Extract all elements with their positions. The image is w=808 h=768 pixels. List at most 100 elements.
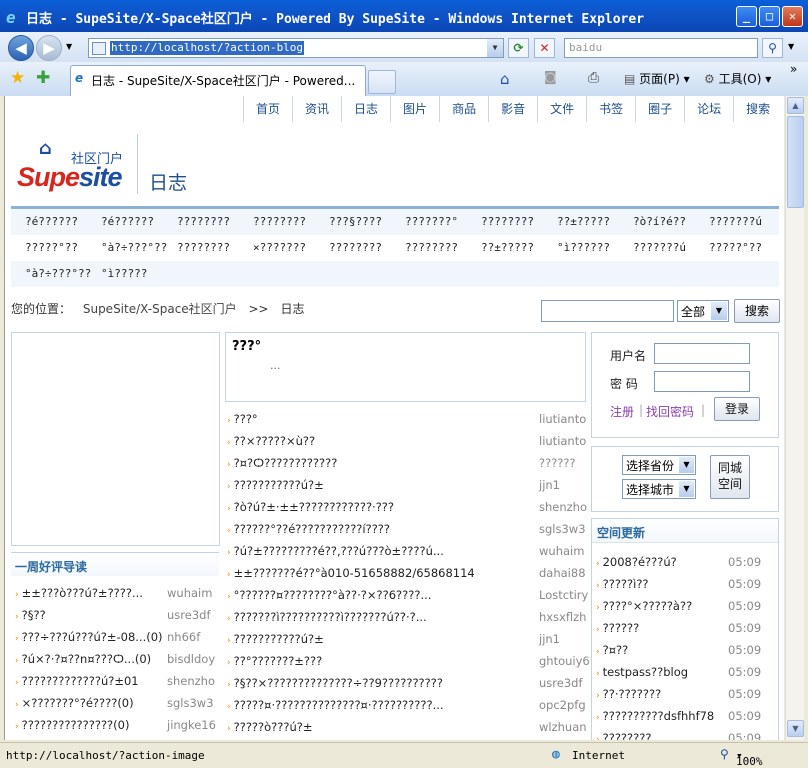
feeds-icon[interactable]: ◙ [544, 70, 557, 85]
list-item-author[interactable]: wuhaim [539, 540, 584, 562]
list-item-title[interactable]: testpass??blog [603, 665, 688, 679]
search-options-icon[interactable]: ▼ [788, 42, 794, 51]
list-item[interactable]: › ±±???ò???ú?±????... wuhaim [15, 582, 212, 604]
list-item-author[interactable]: wuhaim [167, 582, 212, 604]
list-item[interactable]: › ??×?????×ù?? liutianto [227, 430, 586, 452]
close-button[interactable]: ✕ [782, 6, 803, 27]
list-item[interactable]: › ??????°??é???????????í???? sgls3w3 [227, 518, 586, 540]
list-item[interactable]: › ×???????°?é????(0) sgls3w3 [15, 692, 214, 714]
list-item[interactable]: › ??????????dsfhhf78 05:09 [596, 705, 761, 727]
same-city-button[interactable]: 同城 空间 [710, 455, 750, 499]
list-item-author[interactable]: jingke16 [167, 714, 216, 736]
maximize-button[interactable]: □ [759, 6, 780, 27]
category-link[interactable]: ???????ú [633, 241, 686, 254]
list-item-title[interactable]: ???????????ú?± [234, 632, 324, 646]
add-favorites-icon[interactable]: ✚ [36, 68, 50, 88]
list-item[interactable]: › ??°???????±??? ghtouiy6 [227, 650, 590, 672]
page-menu[interactable]: ▤ 页面(P) ▾ [624, 70, 690, 87]
category-link[interactable]: ?????°?? [709, 241, 762, 254]
list-item-author[interactable]: usre3df [539, 672, 583, 694]
list-item-title[interactable]: ±±???ò???ú?±????... [22, 586, 143, 600]
list-item-author[interactable]: dahai88 [539, 562, 586, 584]
refresh-button[interactable]: ⟳ [508, 38, 529, 58]
list-item-title[interactable]: ???????? [603, 731, 652, 740]
list-item-title[interactable]: ?????????????ú?±01 [22, 674, 139, 688]
category-link[interactable]: ×??????? [253, 241, 306, 254]
category-link[interactable]: ???????? [329, 241, 382, 254]
category-link[interactable]: ???????? [253, 215, 306, 228]
list-item-title[interactable]: ?§?? [22, 608, 46, 622]
category-link[interactable]: ?ò?í?é?? [633, 215, 686, 228]
list-item[interactable]: › ???????????ú?± jjn1 [227, 628, 560, 650]
category-link[interactable]: ???????? [177, 241, 230, 254]
list-item-title[interactable]: ???° [234, 412, 258, 426]
city-select[interactable]: 选择城市 ▼ [622, 479, 696, 499]
list-item-author[interactable]: wlzhuan [539, 716, 587, 738]
category-link[interactable]: ???????° [405, 215, 458, 228]
vertical-scrollbar[interactable]: ▲ ▼ [785, 96, 804, 740]
category-link[interactable]: ???????ú [709, 215, 762, 228]
list-item[interactable]: › ?????ì?? 05:09 [596, 573, 761, 595]
address-bar[interactable]: http://localhost/?action-blog ▼ [88, 38, 504, 58]
category-link[interactable]: °à?÷???°?? [25, 267, 91, 280]
list-item-author[interactable]: jjn1 [539, 628, 560, 650]
list-item[interactable]: › ?ú?±?????????é??,???ú???ò±????ú... wuhai… [227, 540, 584, 562]
list-item[interactable]: ›?????? 05:09 [596, 617, 761, 639]
address-dropdown-icon[interactable]: ▼ [487, 39, 503, 57]
list-item-title[interactable]: ??·??????? [603, 687, 662, 701]
list-item-author[interactable]: shenzho [539, 496, 587, 518]
list-item-title[interactable]: ????°×?????à?? [603, 599, 693, 613]
list-item-title[interactable]: ?¤?Ѻ???????????? [234, 456, 338, 470]
list-item-author[interactable]: bisdldoy [167, 648, 215, 670]
nav-item-forum[interactable]: 论坛 [684, 96, 733, 122]
list-item-title[interactable]: ?¤?? [603, 643, 629, 657]
list-item-title[interactable]: ??????????dsfhhf78 [603, 709, 715, 723]
list-item[interactable]: › ±±???????é??°à010-51658882/65868114 daha… [227, 562, 586, 584]
list-item-author[interactable]: Lostctiry [539, 584, 588, 606]
list-item-title[interactable]: ?§??×??????????????÷??9?????????? [234, 676, 443, 690]
category-link[interactable]: ???????? [481, 215, 534, 228]
history-dropdown-icon[interactable]: ▼ [66, 42, 72, 51]
list-item-title[interactable]: ?????¤·??????????????¤·??????????... [234, 698, 444, 712]
tools-menu[interactable]: ⚙ 工具(O) ▾ [704, 70, 771, 87]
home-icon[interactable]: ⌂ [500, 70, 510, 88]
list-item-title[interactable]: 2008?é???ú? [603, 555, 677, 569]
list-item[interactable]: › ?§??×??????????????÷??9?????????? usre3d… [227, 672, 583, 694]
list-item-author[interactable]: opc2pfg [539, 694, 586, 716]
list-item[interactable]: › 2008?é???ú? 05:09 [596, 551, 761, 573]
list-item-author[interactable]: hxsxflzh [539, 606, 586, 628]
list-item-author[interactable]: ?????? [539, 452, 576, 474]
forgot-password-link[interactable]: 找回密码 [646, 403, 694, 420]
print-icon[interactable]: ⎙ [588, 70, 599, 86]
stop-button[interactable]: ✕ [534, 38, 555, 58]
list-item-author[interactable]: usre3df [167, 604, 211, 626]
list-item[interactable]: › ???????ì??????????ì???????ú??·?... hxsxf… [227, 606, 586, 628]
list-item-author[interactable]: sgls3w3 [539, 518, 586, 540]
search-scope-select[interactable]: 全部 ▼ [677, 300, 729, 322]
category-link[interactable]: °ì????? [101, 267, 147, 280]
tab-active[interactable]: e 日志 - SupeSite/X-Space社区门户 - Powered... [70, 65, 366, 96]
list-item[interactable]: › ???????????????(0) jingke16 [15, 714, 216, 736]
list-item-author[interactable]: liutianto [539, 408, 586, 430]
scroll-thumb[interactable] [787, 116, 804, 208]
category-link[interactable]: ???????? [405, 241, 458, 254]
list-item-title[interactable]: ?ú×?·?¤??n¤???Ѻ...(0) [22, 652, 152, 666]
list-item-title[interactable]: ??×?????×ù?? [234, 434, 316, 448]
list-item[interactable]: › ???????????ú?± jjn1 [227, 474, 560, 496]
register-link[interactable]: 注册 [610, 403, 634, 420]
list-item-title[interactable]: ???????????????(0) [22, 718, 130, 732]
list-item-title[interactable]: ?ò?ú?±·±±????????????·??? [234, 500, 394, 514]
nav-item-video[interactable]: 影音 [488, 96, 537, 122]
list-item[interactable]: ›???????? 05:09 [596, 727, 761, 740]
favorites-star-icon[interactable]: ★ [10, 68, 25, 88]
category-link[interactable]: ?é?????? [25, 215, 78, 228]
list-item[interactable]: › ?¤?Ѻ?????????????????? [227, 452, 576, 474]
list-item[interactable]: › ?ò?ú?±·±±????????????·??? shenzho [227, 496, 587, 518]
list-item-author[interactable]: liutianto [539, 430, 586, 452]
forward-button[interactable]: ▶ [36, 35, 62, 61]
search-go-button[interactable]: ⚲ [762, 38, 783, 58]
list-item-author[interactable]: sgls3w3 [167, 692, 214, 714]
scroll-down-icon[interactable]: ▼ [787, 720, 804, 737]
back-button[interactable]: ◀ [8, 35, 34, 61]
list-item[interactable]: › ???° liutianto [227, 408, 586, 430]
